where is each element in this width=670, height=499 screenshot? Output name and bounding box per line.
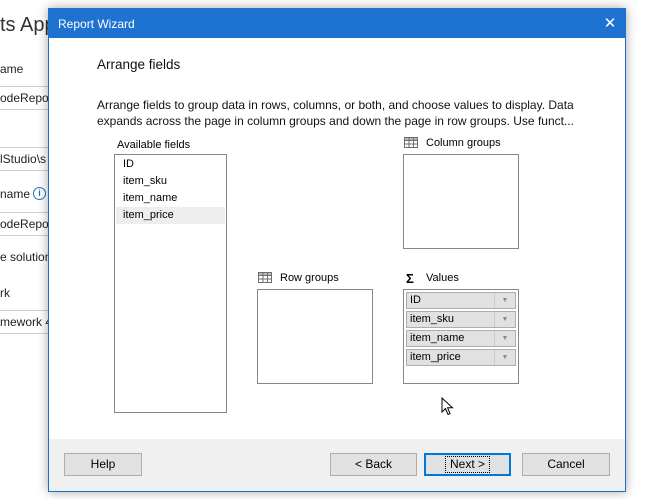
grid-icon — [258, 272, 272, 283]
available-field-item[interactable]: item_name — [116, 190, 225, 207]
available-field-item[interactable]: item_sku — [116, 173, 225, 190]
cancel-button[interactable]: Cancel — [522, 453, 610, 476]
values-drop-area[interactable]: ID ▼ item_sku ▼ item_name ▼ item_price ▼ — [403, 289, 519, 384]
available-fields-list[interactable]: ID item_sku item_name item_price — [114, 154, 227, 413]
value-field-label: item_price — [410, 351, 461, 363]
close-button[interactable]: ✕ — [595, 9, 625, 38]
row-groups-drop-area[interactable] — [257, 289, 373, 384]
background-label: name — [0, 187, 31, 201]
value-field-label: item_name — [410, 332, 465, 344]
value-field-label: ID — [410, 294, 421, 306]
title-bar[interactable]: Report Wizard ✕ — [49, 9, 625, 38]
next-button-label: Next > — [444, 456, 490, 473]
page-heading: Arrange fields — [97, 57, 181, 72]
available-field-item[interactable]: item_price — [116, 207, 225, 224]
value-field-chip[interactable]: ID ▼ — [406, 292, 516, 309]
next-button[interactable]: Next > — [424, 453, 511, 476]
row-groups-label: Row groups — [280, 272, 339, 284]
column-groups-label: Column groups — [426, 137, 501, 149]
values-label: Values — [426, 272, 459, 284]
chevron-down-icon[interactable]: ▼ — [494, 312, 515, 327]
value-field-chip[interactable]: item_name ▼ — [406, 330, 516, 347]
grid-icon — [404, 137, 418, 148]
value-field-chip[interactable]: item_price ▼ — [406, 349, 516, 366]
available-field-item[interactable]: ID — [116, 156, 225, 173]
chevron-down-icon[interactable]: ▼ — [494, 350, 515, 365]
value-field-chip[interactable]: item_sku ▼ — [406, 311, 516, 328]
value-field-label: item_sku — [410, 313, 455, 325]
background-label: rk — [0, 286, 10, 300]
column-groups-drop-area[interactable] — [403, 154, 519, 249]
wizard-content: Arrange fields Arrange fields to group d… — [49, 38, 625, 439]
mouse-cursor-icon — [441, 397, 454, 416]
sigma-icon: Σ — [406, 271, 414, 286]
report-wizard-dialog: Report Wizard ✕ Arrange fields Arrange f… — [48, 8, 626, 492]
help-button[interactable]: Help — [64, 453, 142, 476]
close-icon: ✕ — [603, 15, 617, 32]
background-label: e solution — [0, 250, 52, 264]
page-description: Arrange fields to group data in rows, co… — [97, 98, 574, 128]
chevron-down-icon[interactable]: ▼ — [494, 331, 515, 346]
dialog-title: Report Wizard — [58, 17, 135, 31]
info-icon[interactable]: i — [33, 187, 46, 200]
back-button[interactable]: < Back — [330, 453, 417, 476]
background-label: ame — [0, 62, 24, 76]
available-fields-label: Available fields — [117, 139, 191, 151]
chevron-down-icon[interactable]: ▼ — [494, 293, 515, 308]
